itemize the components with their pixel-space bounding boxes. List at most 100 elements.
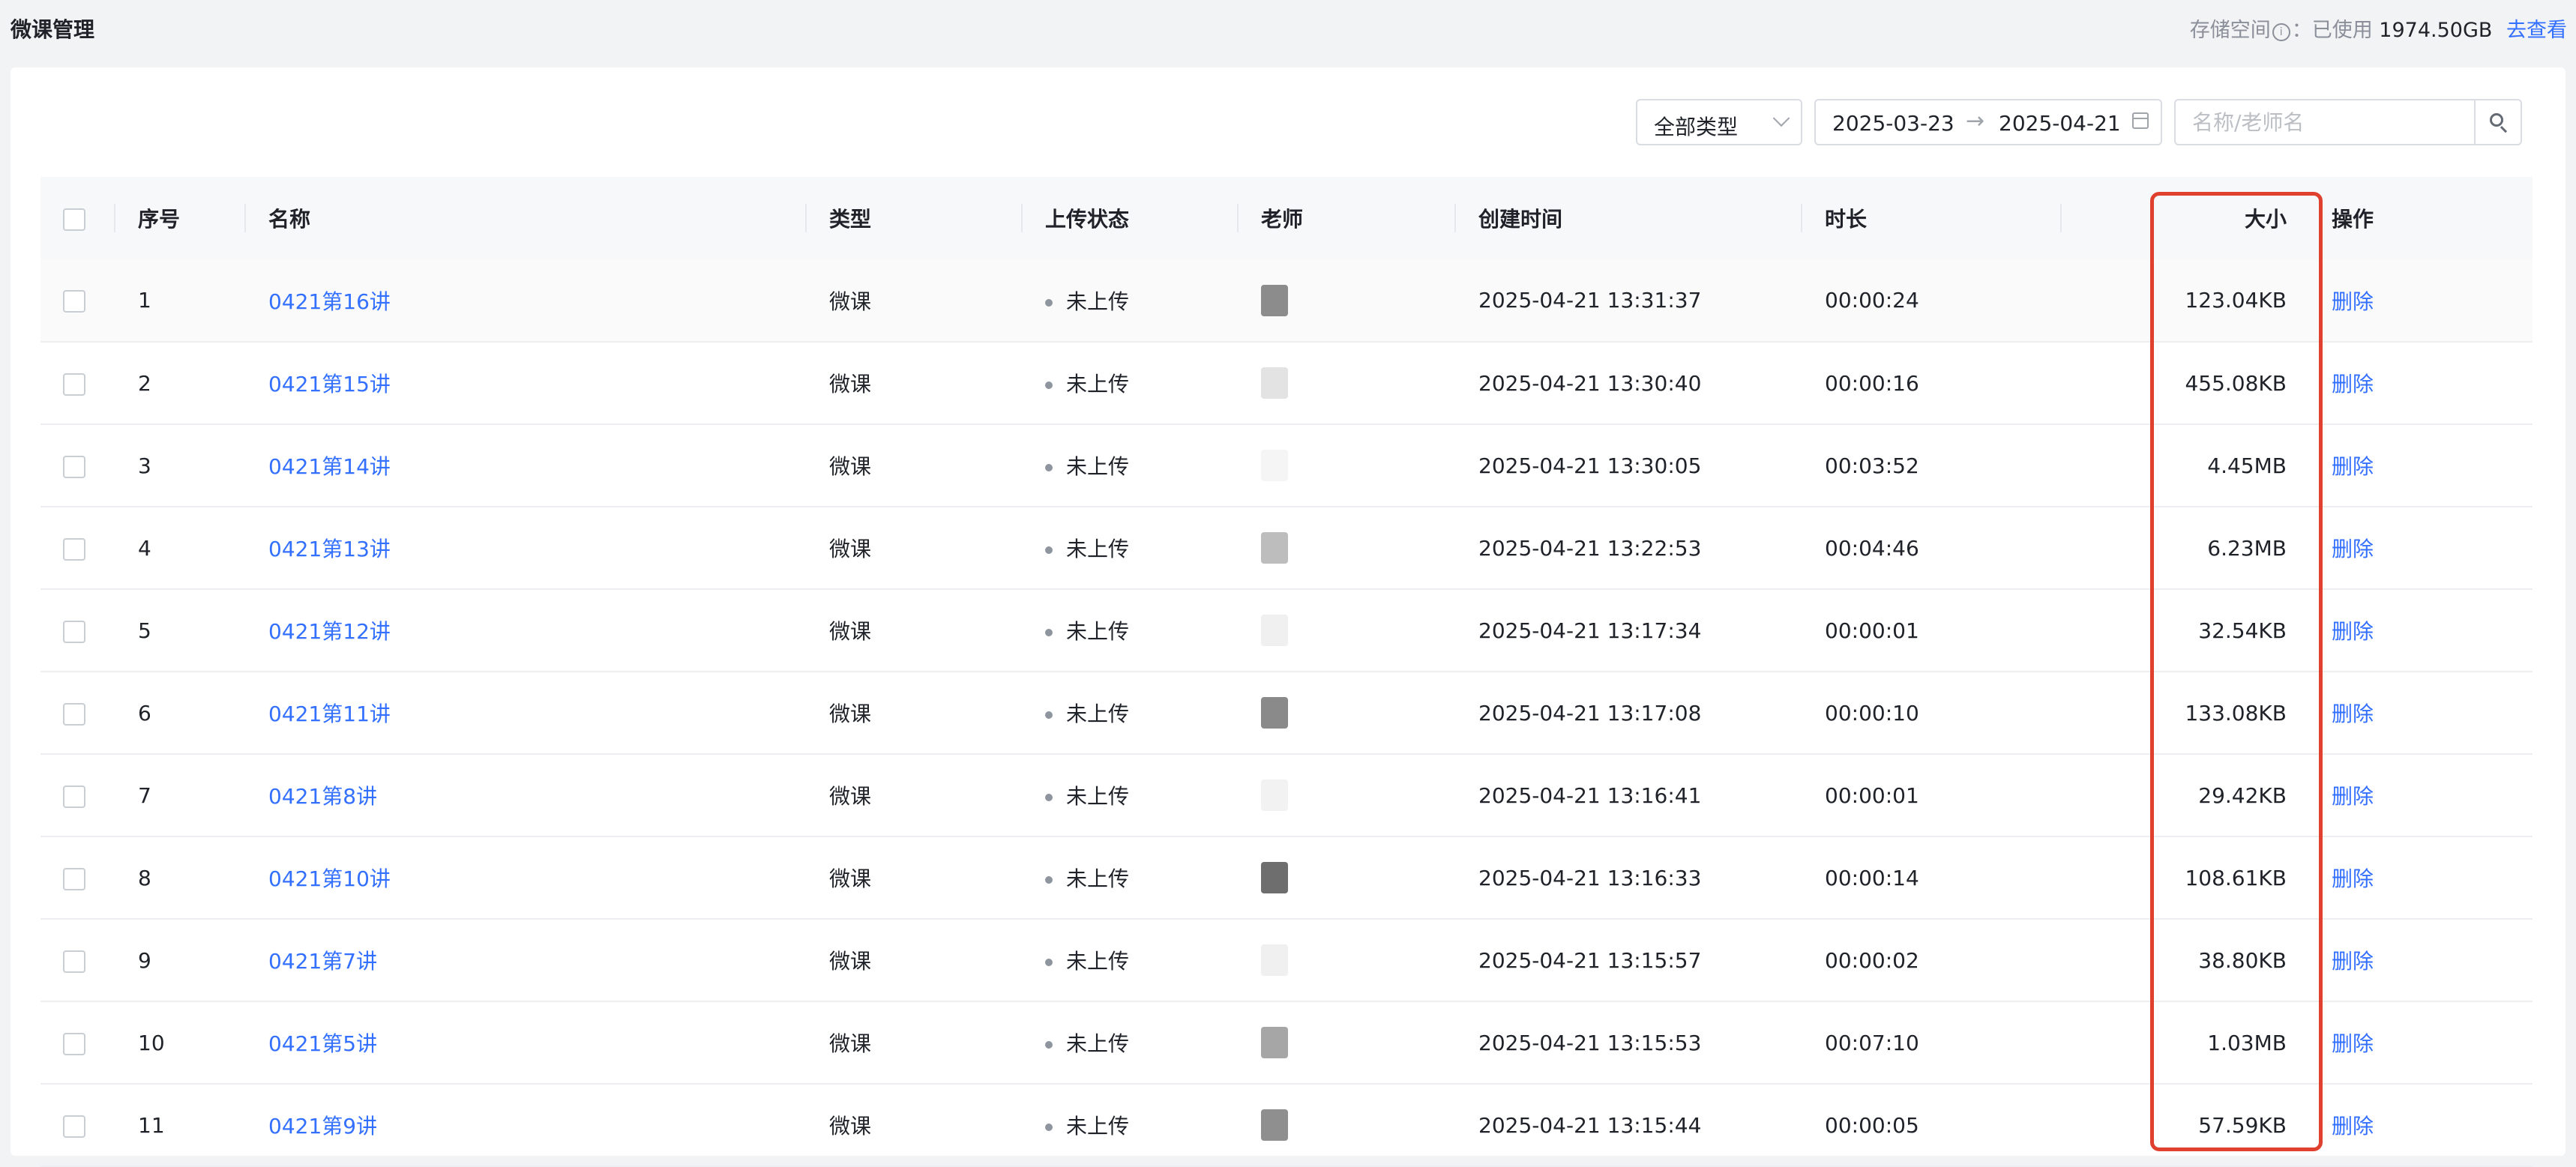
status-dot <box>1045 959 1053 966</box>
select-all-cell <box>40 177 115 259</box>
date-range-picker[interactable]: 2025-03-23 → 2025-04-21 <box>1814 99 2162 145</box>
course-name-link[interactable]: 0421第7讲 <box>268 949 377 974</box>
row-checkbox[interactable] <box>63 620 85 643</box>
course-name-link[interactable]: 0421第14讲 <box>268 454 391 479</box>
row-type: 微课 <box>829 619 872 644</box>
table-row: 1 0421第16讲 微课 未上传 2025-04-21 13:31:37 00:00:2… <box>40 259 2533 342</box>
teacher-avatar <box>1261 284 1288 316</box>
course-name-link[interactable]: 0421第10讲 <box>268 866 391 891</box>
course-name-link[interactable]: 0421第16讲 <box>268 289 391 314</box>
table-row: 7 0421第8讲 微课 未上传 2025-04-21 13:16:41 00:00:01… <box>40 754 2533 836</box>
row-select-cell <box>40 1084 115 1166</box>
course-name-link[interactable]: 0421第13讲 <box>268 537 391 561</box>
row-checkbox[interactable] <box>63 785 85 808</box>
col-header-index: 序号 <box>115 177 246 259</box>
row-checkbox[interactable] <box>63 950 85 973</box>
row-status: 未上传 <box>1066 1114 1130 1139</box>
delete-button[interactable]: 删除 <box>2332 1031 2374 1056</box>
row-duration: 00:00:01 <box>1825 782 1919 808</box>
row-type: 微课 <box>829 289 872 314</box>
status-dot <box>1045 876 1053 884</box>
row-status: 未上传 <box>1066 619 1130 644</box>
row-select-cell <box>40 589 115 672</box>
delete-button[interactable]: 删除 <box>2332 372 2374 396</box>
delete-button[interactable]: 删除 <box>2332 866 2374 891</box>
row-checkbox[interactable] <box>63 537 85 561</box>
row-index: 5 <box>138 618 151 643</box>
delete-button[interactable]: 删除 <box>2332 1114 2374 1139</box>
date-end[interactable]: 2025-04-21 <box>1999 111 2121 136</box>
row-select-cell <box>40 836 115 919</box>
row-created: 2025-04-21 13:30:40 <box>1478 370 1702 396</box>
delete-button[interactable]: 删除 <box>2332 702 2374 726</box>
course-name-link[interactable]: 0421第8讲 <box>268 784 377 809</box>
row-size: 455.08KB <box>2185 370 2287 396</box>
delete-button[interactable]: 删除 <box>2332 619 2374 644</box>
row-type: 微课 <box>829 537 872 561</box>
table-row: 9 0421第7讲 微课 未上传 2025-04-21 13:15:57 00:00:02… <box>40 919 2533 1001</box>
row-index: 6 <box>138 700 151 726</box>
teacher-avatar <box>1261 615 1288 646</box>
course-name-link[interactable]: 0421第5讲 <box>268 1031 377 1056</box>
row-select-cell <box>40 754 115 836</box>
row-select-cell <box>40 259 115 342</box>
delete-button[interactable]: 删除 <box>2332 289 2374 314</box>
row-type: 微课 <box>829 1031 872 1056</box>
table-row: 6 0421第11讲 微课 未上传 2025-04-21 13:17:08 00:00:1… <box>40 672 2533 754</box>
search-icon <box>2490 113 2503 127</box>
type-select[interactable]: 全部类型 <box>1636 99 1802 145</box>
course-name-link[interactable]: 0421第15讲 <box>268 372 391 396</box>
row-checkbox[interactable] <box>63 455 85 478</box>
row-status: 未上传 <box>1066 702 1130 726</box>
course-name-link[interactable]: 0421第11讲 <box>268 702 391 726</box>
row-duration: 00:00:01 <box>1825 618 1919 643</box>
status-dot <box>1045 1041 1053 1049</box>
storage-view-link[interactable]: 去查看 <box>2506 19 2567 42</box>
search-input[interactable] <box>2174 99 2474 145</box>
status-dot <box>1045 382 1053 389</box>
row-type: 微课 <box>829 702 872 726</box>
delete-button[interactable]: 删除 <box>2332 784 2374 809</box>
select-all-checkbox[interactable] <box>63 208 85 231</box>
row-index: 2 <box>138 370 151 396</box>
col-header-duration: 时长 <box>1802 177 2062 259</box>
page-title: 微课管理 <box>10 17 95 42</box>
table-row: 11 0421第9讲 微课 未上传 2025-04-21 13:15:44 00:00:0… <box>40 1084 2533 1166</box>
row-created: 2025-04-21 13:16:41 <box>1478 782 1702 808</box>
delete-button[interactable]: 删除 <box>2332 537 2374 561</box>
row-duration: 00:03:52 <box>1825 453 1919 478</box>
row-checkbox[interactable] <box>63 290 85 313</box>
row-type: 微课 <box>829 372 872 396</box>
table-body: 1 0421第16讲 微课 未上传 2025-04-21 13:31:37 00:00:2… <box>40 259 2533 1166</box>
row-status: 未上传 <box>1066 537 1130 561</box>
row-checkbox[interactable] <box>63 1115 85 1138</box>
row-status: 未上传 <box>1066 372 1130 396</box>
row-index: 7 <box>138 782 151 808</box>
date-start[interactable]: 2025-03-23 <box>1832 111 1954 136</box>
row-size: 57.59KB <box>2198 1112 2287 1138</box>
delete-button[interactable]: 删除 <box>2332 454 2374 479</box>
row-checkbox[interactable] <box>63 867 85 890</box>
table-row: 2 0421第15讲 微课 未上传 2025-04-21 13:30:40 00:00:1… <box>40 342 2533 424</box>
course-name-link[interactable]: 0421第12讲 <box>268 619 391 644</box>
teacher-avatar <box>1261 1027 1288 1058</box>
teacher-avatar <box>1261 450 1288 481</box>
info-icon[interactable]: i <box>2272 23 2290 41</box>
row-checkbox[interactable] <box>63 1032 85 1055</box>
col-header-actions: 操作 <box>2332 207 2374 232</box>
table-row: 3 0421第14讲 微课 未上传 2025-04-21 13:30:05 00:03:5… <box>40 424 2533 507</box>
storage-info: 存储空间 i ：已使用 1974.50GB 去查看 <box>2190 13 2567 43</box>
row-status: 未上传 <box>1066 866 1130 891</box>
col-header-teacher: 老师 <box>1239 177 1456 259</box>
delete-button[interactable]: 删除 <box>2332 949 2374 974</box>
row-checkbox[interactable] <box>63 702 85 726</box>
row-checkbox[interactable] <box>63 373 85 396</box>
col-header-created: 创建时间 <box>1456 177 1802 259</box>
row-duration: 00:04:46 <box>1825 535 1919 561</box>
table-row: 10 0421第5讲 微课 未上传 2025-04-21 13:15:53 00:07:1… <box>40 1001 2533 1084</box>
course-name-link[interactable]: 0421第9讲 <box>268 1114 377 1139</box>
row-select-cell <box>40 919 115 1001</box>
search-button[interactable] <box>2474 99 2522 145</box>
row-index: 11 <box>138 1112 165 1138</box>
row-select-cell <box>40 424 115 507</box>
